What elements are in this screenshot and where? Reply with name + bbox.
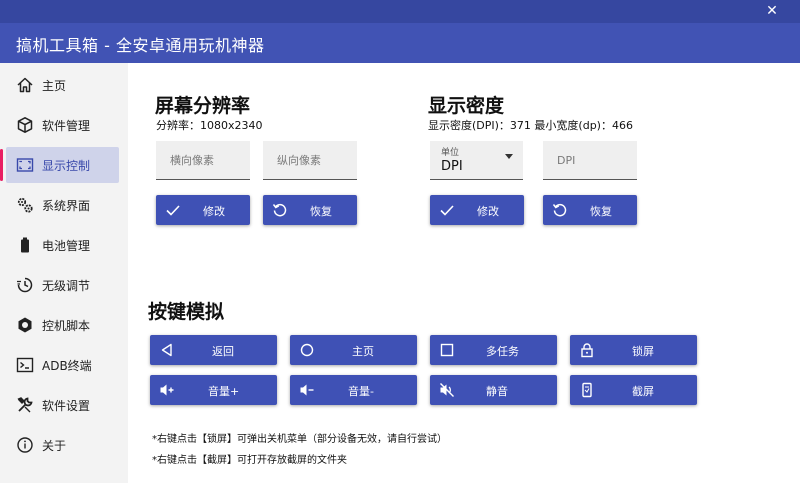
volume-down-button[interactable]: 音量- [290, 375, 417, 405]
sidebar-item-label: 显示控制 [42, 159, 91, 173]
resolution-restore-button[interactable]: 恢复 [263, 195, 357, 225]
app-header: 搞机工具箱 - 全安卓通用玩机神器 [0, 23, 800, 63]
window-close-button[interactable]: ✕ [764, 3, 780, 19]
sidebar: 主页 软件管理 显示控制 系统界面 电池管理 无级调节 控机脚本 ADB终端 软… [0, 63, 128, 483]
height-pixels-input[interactable] [263, 141, 357, 179]
mute-button[interactable]: 静音 [430, 375, 557, 405]
volume-up-button[interactable]: 音量+ [150, 375, 277, 405]
phone-screenshot-icon [582, 382, 592, 398]
sidebar-item-label: 主页 [42, 79, 67, 93]
sidebar-item-home[interactable]: 主页 [0, 67, 128, 103]
check-icon [440, 205, 454, 216]
screenshot-button[interactable]: 截屏 [570, 375, 697, 405]
screenshot-hint-note: *右键点击【截屏】可打开存放截屏的文件夹 [152, 455, 347, 466]
sidebar-item-battery[interactable]: 电池管理 [0, 227, 128, 263]
sidebar-item-software[interactable]: 软件管理 [0, 107, 128, 143]
lock-hint-note: *右键点击【锁屏】可弹出关机菜单（部分设备无效，请自行尝试） [152, 434, 447, 445]
box-icon [17, 117, 33, 133]
sidebar-item-label: 软件设置 [42, 399, 91, 413]
terminal-icon [16, 357, 34, 373]
check-icon [166, 205, 180, 216]
resolution-title: 屏幕分辨率 [155, 95, 251, 117]
sidebar-item-display[interactable]: 显示控制 [6, 147, 119, 183]
back-key-button[interactable]: 返回 [150, 335, 277, 365]
restore-icon [272, 203, 287, 217]
sidebar-item-adb[interactable]: ADB终端 [0, 347, 128, 383]
sidebar-item-stepless[interactable]: 无级调节 [0, 267, 128, 303]
home-key-label: 主页 [352, 345, 374, 358]
resolution-modify-label: 修改 [203, 205, 225, 218]
density-modify-label: 修改 [477, 205, 499, 218]
sidebar-item-label: 关于 [42, 439, 67, 453]
density-restore-label: 恢复 [590, 205, 612, 218]
dpi-input[interactable] [543, 141, 637, 179]
sidebar-item-system-ui[interactable]: 系统界面 [0, 187, 128, 223]
lock-screen-button[interactable]: 锁屏 [570, 335, 697, 365]
lock-screen-label: 锁屏 [632, 345, 654, 358]
timer-icon [17, 277, 33, 293]
height-pixels-field[interactable] [263, 141, 357, 180]
screenshot-label: 截屏 [632, 385, 654, 398]
dpi-field[interactable] [543, 141, 637, 180]
volume-up-icon [160, 384, 174, 396]
sidebar-item-label: 控机脚本 [42, 319, 91, 333]
sidebar-item-label: 电池管理 [42, 239, 91, 253]
resolution-modify-button[interactable]: 修改 [156, 195, 250, 225]
lock-icon [581, 343, 593, 358]
home-key-button[interactable]: 主页 [290, 335, 417, 365]
mute-icon [440, 383, 454, 397]
back-key-label: 返回 [212, 345, 234, 358]
hexagon-icon [18, 317, 32, 333]
sidebar-item-label: 系统界面 [42, 199, 91, 213]
recent-square-icon [440, 343, 454, 357]
width-pixels-input[interactable] [156, 141, 250, 179]
resolution-restore-label: 恢复 [310, 205, 332, 218]
volume-down-label: 音量- [348, 385, 374, 398]
home-circle-icon [300, 343, 314, 357]
window-titlebar: ✕ [0, 0, 800, 23]
unit-select-label: 单位 [441, 148, 460, 158]
volume-up-label: 音量+ [208, 385, 240, 398]
app-title: 搞机工具箱 - 全安卓通用玩机神器 [16, 36, 265, 55]
dropdown-arrow-icon [505, 154, 513, 159]
sidebar-item-settings[interactable]: 软件设置 [0, 387, 128, 423]
home-icon [17, 77, 33, 93]
active-indicator [0, 149, 3, 181]
sidebar-item-script[interactable]: 控机脚本 [0, 307, 128, 343]
sidebar-item-label: 无级调节 [42, 279, 91, 293]
main-panel: 屏幕分辨率 分辨率：1080x2340 修改 恢复 显示密度 显示密度(DPI)… [128, 63, 800, 483]
screen-icon [16, 158, 34, 172]
back-triangle-icon [161, 343, 172, 357]
sidebar-item-label: ADB终端 [42, 359, 92, 373]
recent-apps-button[interactable]: 多任务 [430, 335, 557, 365]
sidebar-item-about[interactable]: 关于 [0, 427, 128, 463]
volume-down-icon [300, 384, 314, 396]
resolution-current: 分辨率：1080x2340 [156, 119, 263, 132]
recent-apps-label: 多任务 [486, 345, 519, 358]
unit-select-value: DPI [441, 159, 463, 174]
width-pixels-field[interactable] [156, 141, 250, 180]
unit-select[interactable]: 单位 DPI [430, 141, 523, 180]
gears-icon [17, 197, 33, 213]
info-icon [17, 437, 33, 453]
sidebar-item-label: 软件管理 [42, 119, 91, 133]
battery-icon [21, 237, 29, 253]
density-title: 显示密度 [428, 95, 505, 117]
keys-title: 按键模拟 [148, 301, 225, 323]
tools-icon [17, 397, 33, 413]
mute-label: 静音 [486, 385, 508, 398]
density-restore-button[interactable]: 恢复 [543, 195, 637, 225]
density-current: 显示密度(DPI)：371 最小宽度(dp)：466 [428, 119, 633, 132]
restore-icon [552, 203, 567, 217]
density-modify-button[interactable]: 修改 [430, 195, 524, 225]
